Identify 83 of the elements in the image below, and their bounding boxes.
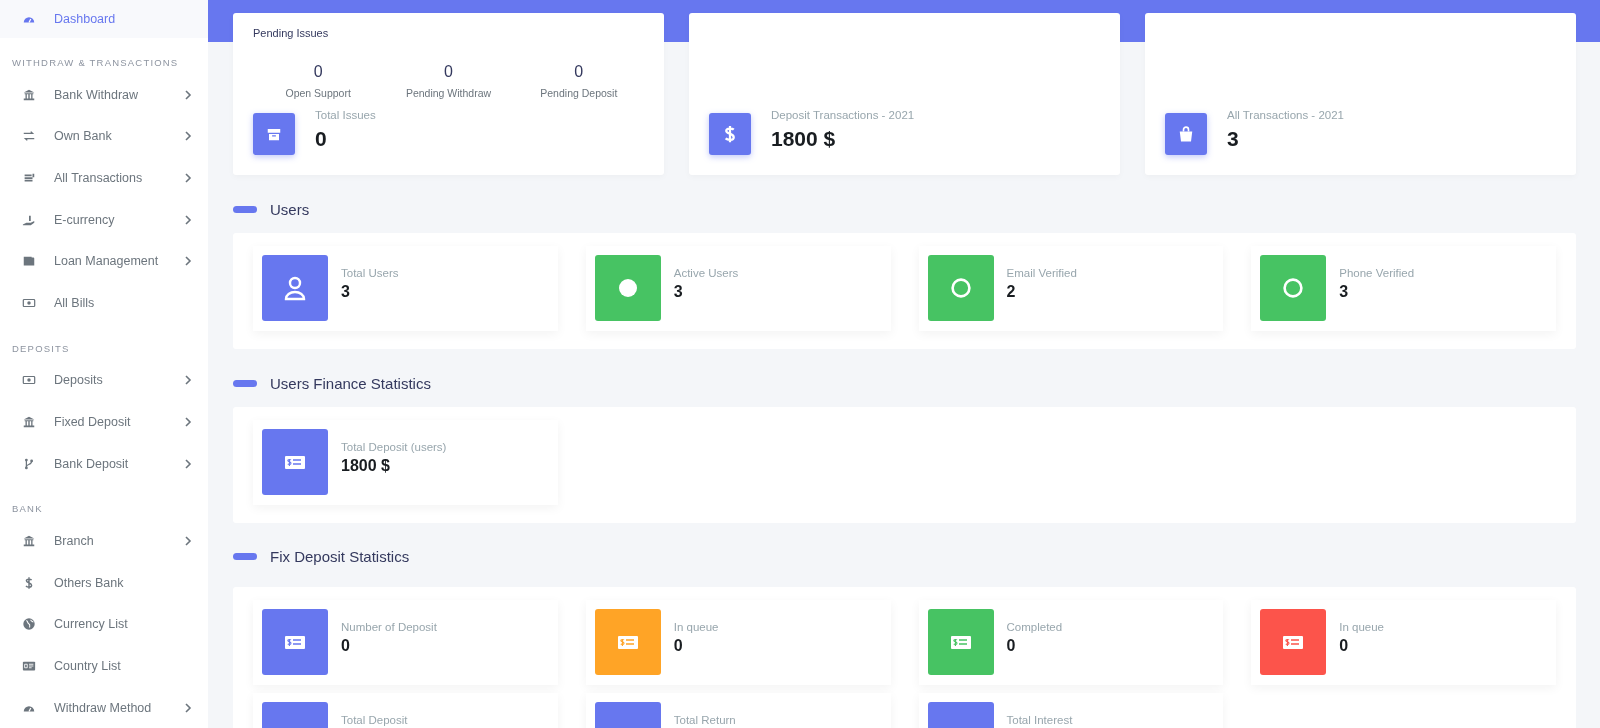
tile-value: 0 xyxy=(341,637,351,655)
tile-value: 0 xyxy=(1006,637,1017,655)
heading-bar xyxy=(233,552,257,560)
sidebar-item[interactable]: Branch xyxy=(0,520,208,562)
tile-label: Total Users xyxy=(341,267,399,279)
sidebar-item[interactable]: Bank Deposit xyxy=(0,442,208,485)
tile-value: 3 xyxy=(341,283,351,301)
sidebar-label: Branch xyxy=(54,534,95,549)
archive-icon xyxy=(253,113,295,155)
tile-label: Number of Deposit xyxy=(341,621,437,633)
heading-bar xyxy=(233,379,257,387)
sidebar-item[interactable]: Own Bank xyxy=(0,115,208,158)
sidebar-label: Dashboard xyxy=(54,12,117,26)
section-title: Fix Deposit Statistics xyxy=(270,547,410,565)
sidebar-label: Loan Management xyxy=(54,254,160,269)
tile-label: Active Users xyxy=(673,267,739,279)
branch-icon xyxy=(22,456,36,471)
sidebar-label: Fixed Deposit xyxy=(54,414,132,429)
sidebar-label: Withdraw Method xyxy=(54,700,153,715)
stat-value: 0 xyxy=(443,63,454,81)
tile-label: In queue xyxy=(673,621,719,633)
sidebar-label: Bank Withdraw xyxy=(54,87,140,102)
sidebar-label: Others Bank xyxy=(54,575,125,590)
bank-icon xyxy=(22,414,36,429)
sidebar-label: Own Bank xyxy=(54,129,113,144)
sidebar-item[interactable]: Bank Withdraw xyxy=(0,74,208,116)
sidebar-item[interactable]: Others Bank xyxy=(0,561,208,604)
sidebar-label: All Bills xyxy=(54,295,96,310)
sidebar-item[interactable]: E-currency xyxy=(0,198,208,241)
section-title: Users Finance Statistics xyxy=(270,374,431,392)
stat-label: Open Support xyxy=(284,87,352,99)
sidebar-label: Deposits xyxy=(54,373,104,388)
card-title: Pending Issues xyxy=(253,27,330,39)
sidebar-label: Country List xyxy=(54,658,122,673)
sidebar-item[interactable]: All Bills xyxy=(0,281,208,324)
sidebar-item[interactable]: All Transactions xyxy=(0,157,208,199)
sidebar-item[interactable]: Fixed Deposit xyxy=(0,401,208,443)
stat-value: 0 xyxy=(573,63,585,81)
section-heading: BANK xyxy=(11,502,44,517)
sidebar-label: All Transactions xyxy=(54,171,144,185)
globe-icon xyxy=(22,617,36,632)
tile-label: Total Interest xyxy=(1006,714,1073,726)
tile-value: 0 xyxy=(1339,637,1350,655)
tile-value: 0 xyxy=(673,637,684,655)
sidebar-item[interactable]: Currency List xyxy=(0,603,208,646)
sidebar-item[interactable]: Withdraw Method xyxy=(0,686,208,728)
bank-icon xyxy=(22,87,36,102)
card-value: 0 xyxy=(315,127,328,151)
tile-label: Email Verified xyxy=(1006,267,1077,279)
stat-value: 0 xyxy=(312,63,324,81)
section-heading: WITHDRAW & TRANSACTIONS xyxy=(11,56,180,70)
card-value: 3 xyxy=(1227,127,1240,151)
card-label: Total Issues xyxy=(315,109,376,121)
bag-icon xyxy=(1165,113,1207,155)
tile-label: Total Deposit (users) xyxy=(341,441,447,453)
section-heading: DEPOSITS xyxy=(11,341,71,356)
stat-label: Pending Withdraw xyxy=(404,87,493,99)
tile-label: Total Deposit xyxy=(341,714,408,726)
heading-bar xyxy=(233,205,257,213)
card-label: All Transactions - 2021 xyxy=(1227,109,1344,121)
coins-icon xyxy=(22,171,36,185)
sidebar-item[interactable]: Deposits xyxy=(0,359,208,402)
card-value: 1800 $ xyxy=(771,127,837,151)
tile-label: Completed xyxy=(1006,621,1063,633)
arrows-icon xyxy=(22,129,36,144)
card-label: Deposit Transactions - 2021 xyxy=(771,109,915,121)
sidebar-item[interactable]: Dashboard xyxy=(0,0,208,38)
tile-label: Phone Verified xyxy=(1339,267,1415,279)
tile-value: 3 xyxy=(1339,283,1350,301)
sidebar-label: Bank Deposit xyxy=(54,456,130,471)
tile-value: 2 xyxy=(1006,283,1017,301)
tile-label: Total Return xyxy=(673,714,736,726)
stat-label: Pending Deposit xyxy=(539,87,619,99)
sidebar-label: Currency List xyxy=(54,617,129,632)
tile-value: 1800 $ xyxy=(341,457,391,475)
section-title: Users xyxy=(270,200,310,218)
bank-icon xyxy=(22,534,36,549)
sidebar-item[interactable]: Loan Management xyxy=(0,240,208,282)
dollar-icon xyxy=(709,113,751,155)
tile-value: 3 xyxy=(673,283,684,301)
sidebar-label: E-currency xyxy=(54,212,116,227)
tile-label: In queue xyxy=(1339,621,1384,633)
sidebar-item[interactable]: Country List xyxy=(0,645,208,687)
